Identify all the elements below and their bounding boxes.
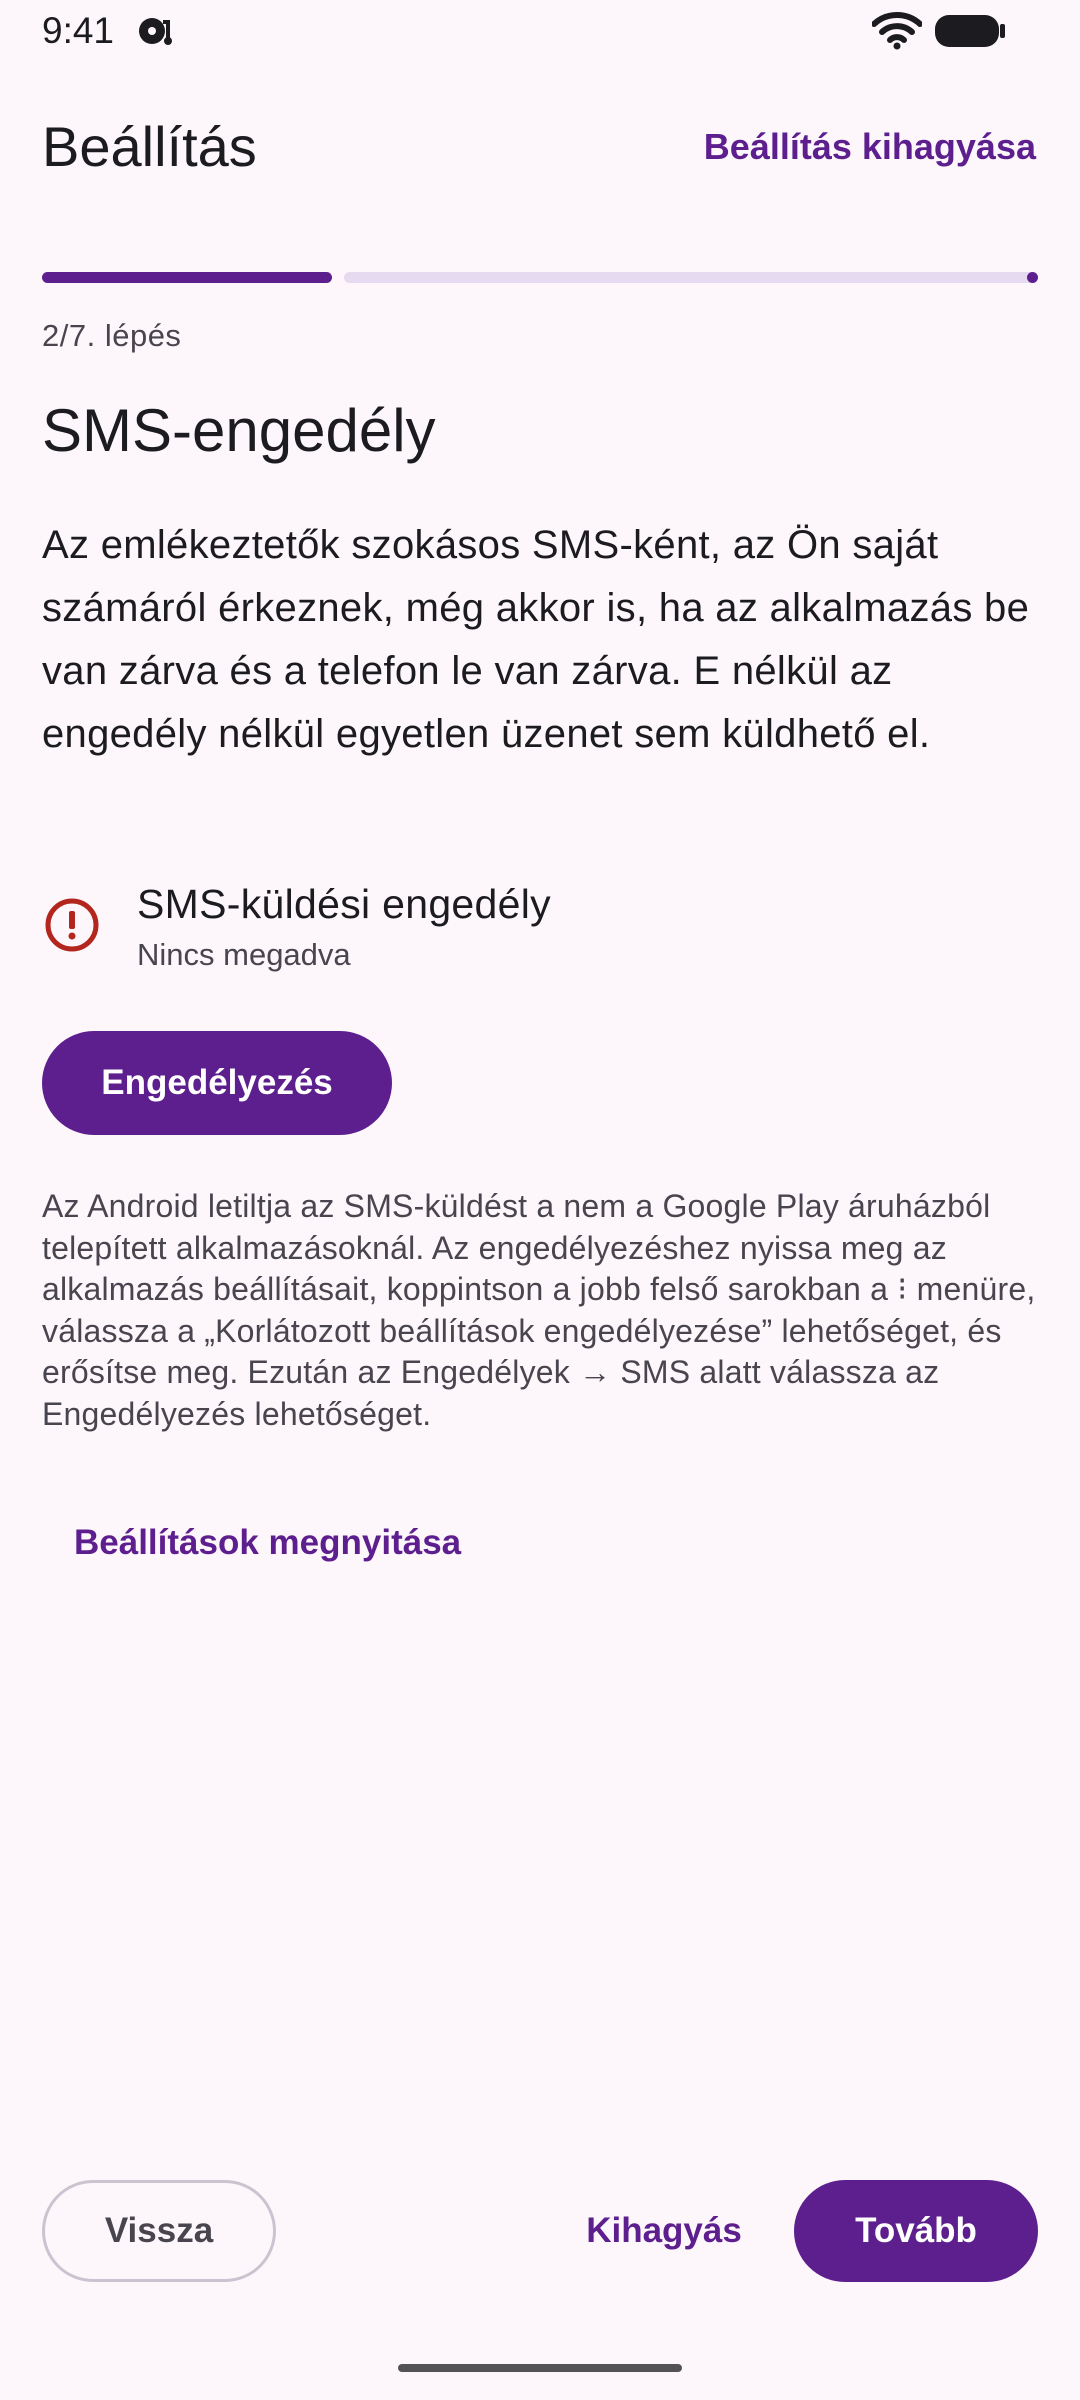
grant-permission-button[interactable]: Engedélyezés <box>42 1031 392 1135</box>
home-indicator[interactable] <box>398 2364 682 2372</box>
next-button[interactable]: Tovább <box>794 2180 1038 2282</box>
back-button[interactable]: Vissza <box>42 2180 276 2282</box>
error-icon <box>43 896 101 954</box>
progress-end-marker <box>1027 272 1038 283</box>
step-counter: 2/7. lépés <box>42 318 182 353</box>
page-title: Beállítás <box>42 115 257 178</box>
progress-bar-completed <box>42 272 332 283</box>
media-notification-icon <box>135 14 175 48</box>
description-text: Az emlékeztetők szokásos SMS-ként, az Ön… <box>42 523 1030 756</box>
skip-button[interactable]: Kihagyás <box>576 2180 752 2282</box>
permission-title: SMS-küldési engedély <box>137 881 551 927</box>
open-settings-button[interactable]: Beállítások megnyitása <box>74 1518 461 1568</box>
progress-bar-remaining <box>344 272 1037 283</box>
permission-status: Nincs megadva <box>137 937 351 972</box>
battery-icon <box>934 14 1006 48</box>
wifi-icon <box>871 12 923 50</box>
status-time: 9:41 <box>42 10 115 51</box>
skip-setup-button[interactable]: Beállítás kihagyása <box>704 122 1036 172</box>
section-title: SMS-engedély <box>42 397 436 464</box>
info-text: Az Android letiltja az SMS-küldést a nem… <box>42 1188 1036 1432</box>
